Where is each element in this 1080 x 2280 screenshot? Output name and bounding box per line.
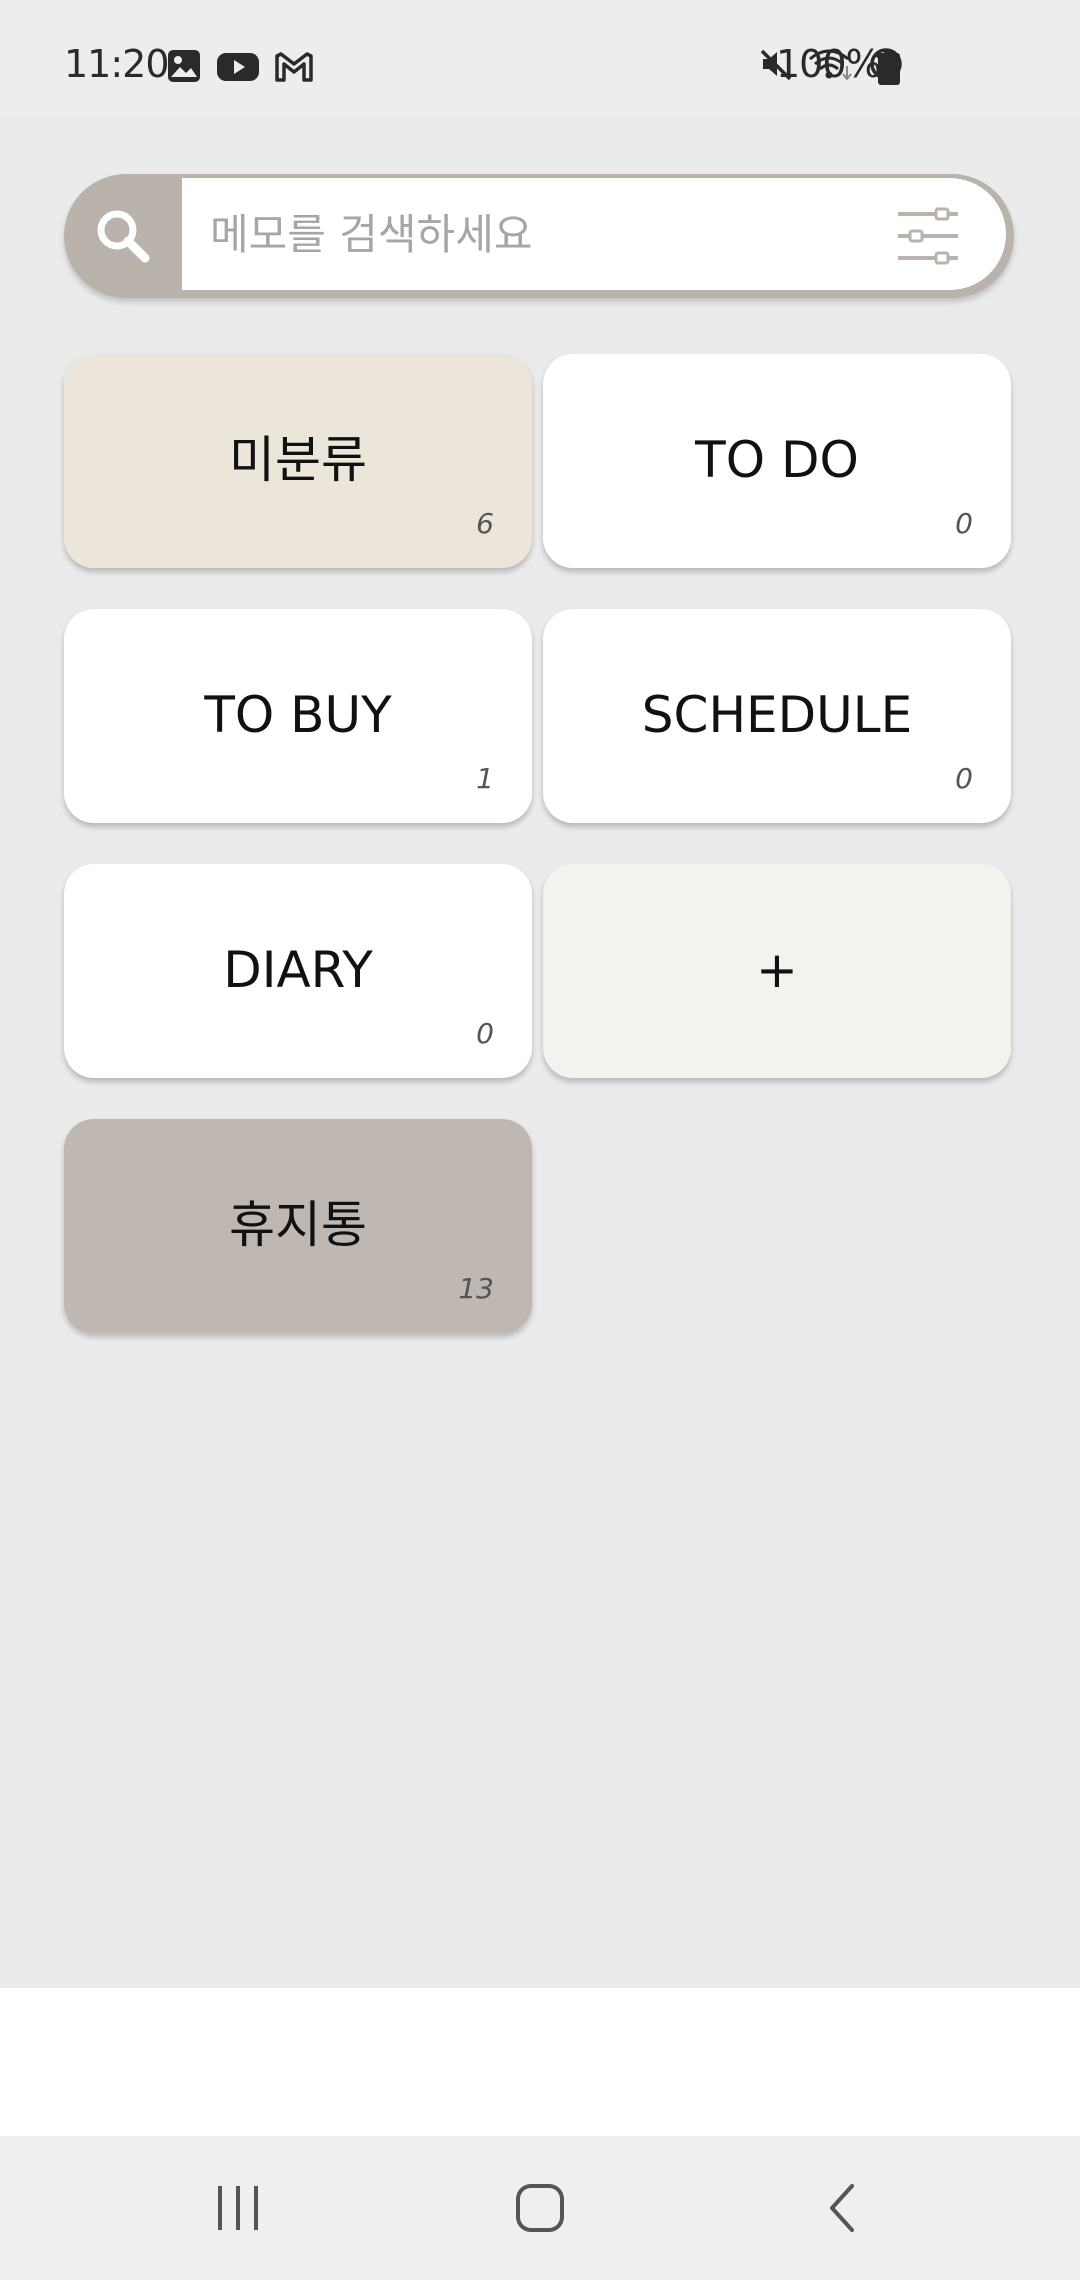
category-card-trash[interactable]: 휴지통 13	[64, 1119, 532, 1333]
battery-icon	[876, 50, 902, 90]
add-category-button[interactable]: +	[543, 864, 1011, 1078]
category-count: 13	[458, 1272, 494, 1305]
category-label: TO BUY	[204, 686, 392, 744]
search-bar	[64, 174, 1014, 298]
category-count: 1	[476, 762, 494, 795]
youtube-icon	[216, 48, 260, 88]
category-count: 0	[955, 762, 973, 795]
category-label: 미분류	[229, 431, 367, 489]
battery-percent: 100%	[776, 42, 882, 86]
category-card-tobuy[interactable]: TO BUY 1	[64, 609, 532, 823]
filter-icon[interactable]	[896, 206, 960, 266]
search-icon[interactable]	[64, 174, 182, 298]
memo-home: 미분류 6 TO DO 0 TO BUY 1 SCHEDULE 0 DIARY …	[0, 116, 1080, 1988]
notification-icons	[166, 48, 314, 88]
home-icon[interactable]	[500, 2176, 580, 2240]
category-count: 0	[955, 507, 973, 540]
recent-apps-icon[interactable]	[198, 2176, 278, 2240]
add-icon: +	[756, 941, 798, 999]
status-bar: 11:20 100%	[0, 0, 1080, 116]
category-card-todo[interactable]: TO DO 0	[543, 354, 1011, 568]
category-label: SCHEDULE	[641, 686, 913, 744]
gmail-icon	[274, 48, 314, 88]
search-input[interactable]	[210, 178, 850, 290]
category-label: DIARY	[223, 941, 373, 999]
navigation-bar	[0, 2136, 1080, 2280]
back-icon[interactable]	[802, 2176, 882, 2240]
status-time: 11:20	[64, 42, 170, 86]
category-card-schedule[interactable]: SCHEDULE 0	[543, 609, 1011, 823]
category-card-uncategorized[interactable]: 미분류 6	[64, 354, 532, 568]
category-label: TO DO	[695, 431, 859, 489]
category-card-diary[interactable]: DIARY 0	[64, 864, 532, 1078]
category-count: 0	[476, 1017, 494, 1050]
bottom-blank-area	[0, 1988, 1080, 2136]
gallery-icon	[166, 48, 202, 88]
search-field	[182, 178, 1006, 290]
category-count: 6	[476, 507, 494, 540]
